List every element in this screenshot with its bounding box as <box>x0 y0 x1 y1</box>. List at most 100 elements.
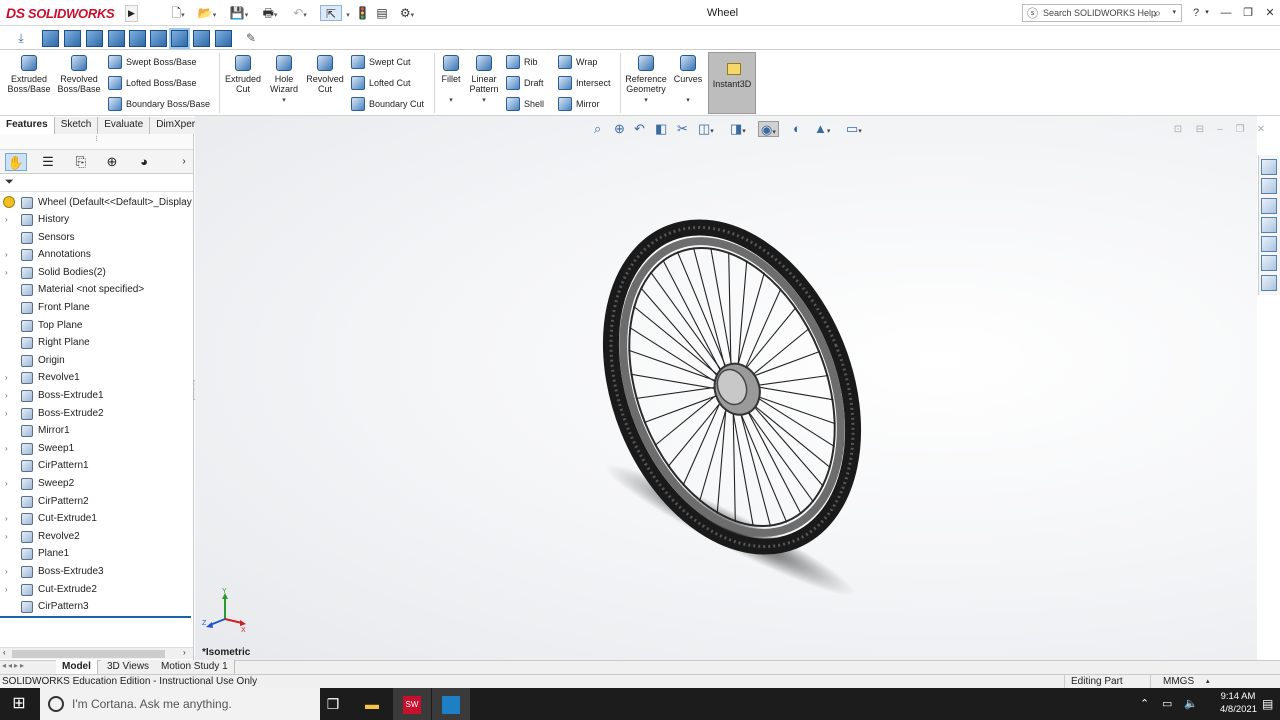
viewport-close-icon[interactable]: ✕ <box>1253 122 1269 138</box>
normal-to-icon[interactable]: ⤓ <box>12 30 30 46</box>
propertymanager-tab-icon[interactable]: ☰ <box>37 153 59 171</box>
tree-item[interactable]: › Annotations <box>0 246 193 263</box>
expand-arrow-icon[interactable]: › <box>5 369 8 386</box>
front-view-icon[interactable] <box>42 30 59 47</box>
tab-sketch[interactable]: Sketch <box>54 117 99 134</box>
tree-item[interactable]: › Revolve2 <box>0 528 193 545</box>
forum-icon[interactable] <box>1261 275 1277 291</box>
wrap-button[interactable]: Wrap <box>558 54 618 72</box>
close-icon[interactable]: ✕ <box>1262 5 1278 21</box>
sketch-pencil-icon[interactable]: ✎ <box>242 30 260 46</box>
tab-3d-views[interactable]: 3D Views <box>101 660 157 674</box>
viewport-restore-icon[interactable]: ❐ <box>1232 122 1248 138</box>
previous-view-icon[interactable]: ↶ <box>634 121 645 137</box>
revolved-cut-button[interactable]: Revolved Cut <box>304 55 346 94</box>
lofted-boss-button[interactable]: Lofted Boss/Base <box>108 75 218 93</box>
tree-root[interactable]: Wheel (Default<<Default>_Display <box>0 194 193 211</box>
volume-icon[interactable]: 🔈 <box>1184 688 1198 720</box>
expand-arrow-icon[interactable]: › <box>5 211 8 228</box>
draft-button[interactable]: Draft <box>506 75 554 93</box>
tree-item[interactable]: CirPattern3 <box>0 598 193 615</box>
tab-evaluate[interactable]: Evaluate <box>98 117 151 134</box>
intersect-button[interactable]: Intersect <box>558 75 618 93</box>
hole-wizard-button[interactable]: Hole Wizard ▾ <box>264 55 304 106</box>
dimetric-view-icon[interactable] <box>215 30 232 47</box>
dimxpertmanager-tab-icon[interactable]: ⊕ <box>101 153 123 171</box>
expand-arrow-icon[interactable]: › <box>5 405 8 422</box>
tree-item[interactable]: › Boss-Extrude2 <box>0 405 193 422</box>
displaymanager-tab-icon[interactable]: ◕ <box>133 153 155 171</box>
network-icon[interactable]: ▭ <box>1162 688 1172 720</box>
app-taskbar-icon[interactable] <box>432 688 470 720</box>
swept-boss-button[interactable]: Swept Boss/Base <box>108 54 218 72</box>
rebuild-icon[interactable]: 🚦 <box>355 5 370 21</box>
section-view-icon[interactable]: ◧ <box>655 121 667 137</box>
featuremanager-tab-icon[interactable]: ✋ <box>5 153 27 171</box>
bottom-view-icon[interactable] <box>150 30 167 47</box>
wheel-model[interactable] <box>560 215 890 615</box>
expand-arrow-icon[interactable]: › <box>5 510 8 527</box>
tree-item[interactable]: Front Plane <box>0 299 193 316</box>
mirror-button[interactable]: Mirror <box>558 96 618 114</box>
boundary-cut-button[interactable]: Boundary Cut <box>351 96 433 114</box>
boundary-boss-button[interactable]: Boundary Boss/Base <box>108 96 218 114</box>
isometric-view-icon[interactable] <box>171 30 188 47</box>
solidworks-resources-icon[interactable] <box>1261 159 1277 175</box>
design-library-icon[interactable] <box>1261 178 1277 194</box>
tree-item[interactable]: Origin <box>0 352 193 369</box>
tree-item[interactable]: › Solid Bodies(2) <box>0 264 193 281</box>
tab-scroll-icons[interactable]: ◂◂▸▸ <box>2 661 26 670</box>
viewport-split-icon[interactable]: ⊟ <box>1192 122 1208 138</box>
top-view-icon[interactable] <box>129 30 146 47</box>
options-gear-icon[interactable]: ⚙▾ <box>395 5 419 21</box>
solidworks-logo[interactable]: DS SOLIDWORKS <box>6 4 115 22</box>
expand-arrow-icon[interactable]: › <box>5 528 8 545</box>
instant3d-button[interactable]: Instant3D <box>708 52 756 114</box>
tab-model[interactable]: Model <box>56 660 98 674</box>
appearances-icon[interactable] <box>1261 236 1277 252</box>
edit-appearance-icon[interactable]: ◐ <box>793 121 801 137</box>
trimetric-view-icon[interactable] <box>193 30 210 47</box>
rollback-bar[interactable] <box>0 616 191 618</box>
windows-start-icon[interactable]: ⊞ <box>0 688 38 720</box>
expand-arrow-icon[interactable]: › <box>5 440 8 457</box>
tree-item[interactable]: Top Plane <box>0 317 193 334</box>
search-dropdown-icon[interactable]: ▾ <box>1172 5 1176 21</box>
configurationmanager-tab-icon[interactable]: ⎘ <box>70 153 92 171</box>
view-settings-icon[interactable]: ▭▾ <box>846 121 862 137</box>
lofted-cut-button[interactable]: Lofted Cut <box>351 75 433 93</box>
left-view-icon[interactable] <box>86 30 103 47</box>
tree-item[interactable]: › History <box>0 211 193 228</box>
tab-features[interactable]: Features <box>0 117 55 134</box>
panel-splitter[interactable]: ⁝ <box>0 134 193 150</box>
help-dropdown-icon[interactable]: ▾ <box>1202 5 1212 21</box>
expand-arrow-icon[interactable]: › <box>5 563 8 580</box>
open-folder-icon[interactable]: 📂▾ <box>195 5 219 21</box>
undo-icon[interactable]: ↶▾ <box>289 5 311 21</box>
unit-system[interactable]: MMGS <box>1150 675 1210 688</box>
apply-scene-icon[interactable]: ▲▾ <box>814 121 830 137</box>
save-icon[interactable]: 💾▾ <box>227 5 251 21</box>
zoom-to-fit-icon[interactable]: ⌕ <box>594 121 601 137</box>
back-view-icon[interactable] <box>64 30 81 47</box>
view-orientation-icon[interactable]: ◫▾ <box>698 121 714 137</box>
hide-show-items-icon[interactable]: ◉▾ <box>758 121 779 137</box>
menu-expand-button[interactable]: ▶ <box>125 5 138 22</box>
tree-item[interactable]: Sensors <box>0 229 193 246</box>
print-icon[interactable]: 🖶▾ <box>258 5 282 21</box>
tree-item[interactable]: › Cut-Extrude2 <box>0 581 193 598</box>
tree-item[interactable]: › Boss-Extrude3 <box>0 563 193 580</box>
fillet-button[interactable]: Fillet ▾ <box>437 55 465 106</box>
expand-arrow-icon[interactable]: › <box>5 475 8 492</box>
viewport-tile-icon[interactable]: ⊡ <box>1170 122 1186 138</box>
minimize-icon[interactable]: — <box>1218 5 1234 21</box>
tree-item[interactable]: › Sweep1 <box>0 440 193 457</box>
notifications-icon[interactable]: ▤ <box>1262 688 1273 720</box>
tree-item[interactable]: Mirror1 <box>0 422 193 439</box>
solidworks-taskbar-icon[interactable]: SW <box>393 688 431 720</box>
shell-button[interactable]: Shell <box>506 96 554 114</box>
scroll-thumb[interactable] <box>12 650 165 658</box>
tree-item[interactable]: › Boss-Extrude1 <box>0 387 193 404</box>
select-dropdown[interactable]: ▾ <box>343 5 353 21</box>
curves-button[interactable]: Curves ▾ <box>672 55 704 106</box>
